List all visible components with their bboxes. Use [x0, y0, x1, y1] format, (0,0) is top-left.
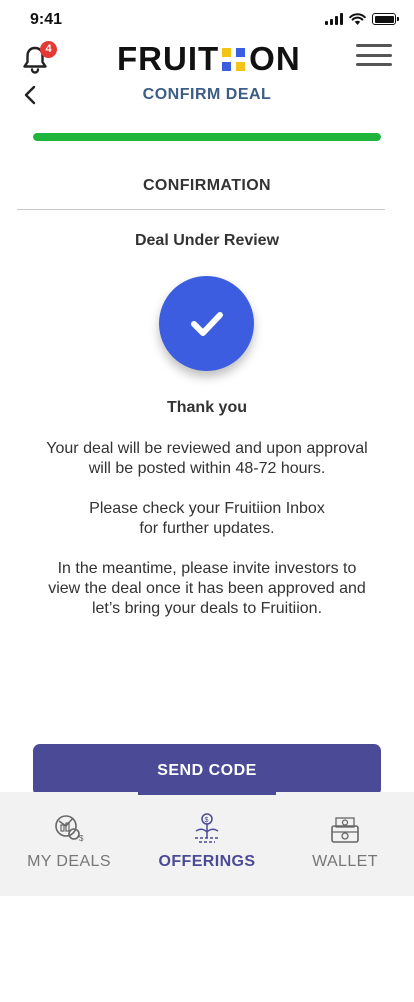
- tab-wallet[interactable]: WALLET: [276, 792, 414, 896]
- message-line: let’s bring your deals to Fruitiion.: [91, 600, 323, 617]
- success-badge: [159, 276, 254, 371]
- status-bar: 9:41: [0, 0, 414, 40]
- confirm-deal-screen: 9:41 4 FRUIT ON CONFIRM DEAL CONFIRMATIO…: [0, 0, 414, 1002]
- message-line: In the meantime, please invite investors…: [57, 560, 357, 577]
- logo-square: [222, 47, 232, 57]
- deals-icon: $: [55, 815, 84, 843]
- tab-offerings[interactable]: $ OFFERINGS: [138, 792, 276, 896]
- cellular-signal-icon: [325, 13, 343, 25]
- logo-square: [236, 47, 246, 57]
- thank-you-text: Thank you: [166, 399, 247, 416]
- logo-mark-icon: [222, 47, 246, 71]
- message-line: Your deal will be reviewed and upon appr…: [46, 440, 368, 457]
- fruitiion-logo: FRUIT ON: [117, 40, 301, 77]
- logo-text-left: FRUIT: [117, 40, 220, 77]
- notification-badge: 4: [40, 41, 57, 58]
- wallet-icon: [331, 817, 359, 843]
- progress-fill: [33, 133, 381, 141]
- notifications-button[interactable]: 4: [20, 41, 57, 76]
- progress-bar: [33, 133, 381, 141]
- page-title: CONFIRM DEAL: [142, 86, 272, 103]
- tab-label: OFFERINGS: [158, 853, 256, 870]
- bottom-tab-bar: $ MY DEALS $ OFFERINGS WALLET: [0, 792, 414, 896]
- send-code-button[interactable]: SEND CODE: [33, 744, 381, 796]
- message-line: will be posted within 48-72 hours.: [88, 460, 326, 477]
- section-title: CONFIRMATION: [142, 177, 272, 194]
- status-icons: [325, 13, 399, 25]
- active-tab-indicator: [138, 792, 276, 795]
- logo-square: [222, 61, 232, 71]
- message-line: Please check your Fruitiion Inbox: [89, 500, 325, 517]
- message-line: for further updates.: [139, 520, 275, 537]
- tab-label: MY DEALS: [27, 853, 111, 870]
- logo-text-right: ON: [249, 40, 301, 77]
- invite-message: In the meantime, please invite investors…: [0, 559, 414, 619]
- review-message: Your deal will be reviewed and upon appr…: [0, 439, 414, 479]
- section-divider: [17, 209, 385, 210]
- message-line: view the deal once it has been approved …: [48, 580, 366, 597]
- wifi-icon: [349, 13, 366, 25]
- status-time: 9:41: [30, 11, 63, 28]
- svg-text:$: $: [205, 817, 209, 824]
- hamburger-menu-button[interactable]: [356, 44, 392, 66]
- tab-label: WALLET: [312, 853, 378, 870]
- battery-icon: [372, 13, 399, 25]
- logo-square: [236, 61, 246, 71]
- inbox-message: Please check your Fruitiion Inbox for fu…: [0, 499, 414, 539]
- check-icon: [190, 311, 223, 336]
- offerings-icon: $: [195, 813, 219, 843]
- review-status-heading: Deal Under Review: [134, 232, 280, 249]
- svg-text:$: $: [79, 834, 84, 843]
- tab-my-deals[interactable]: $ MY DEALS: [0, 792, 138, 896]
